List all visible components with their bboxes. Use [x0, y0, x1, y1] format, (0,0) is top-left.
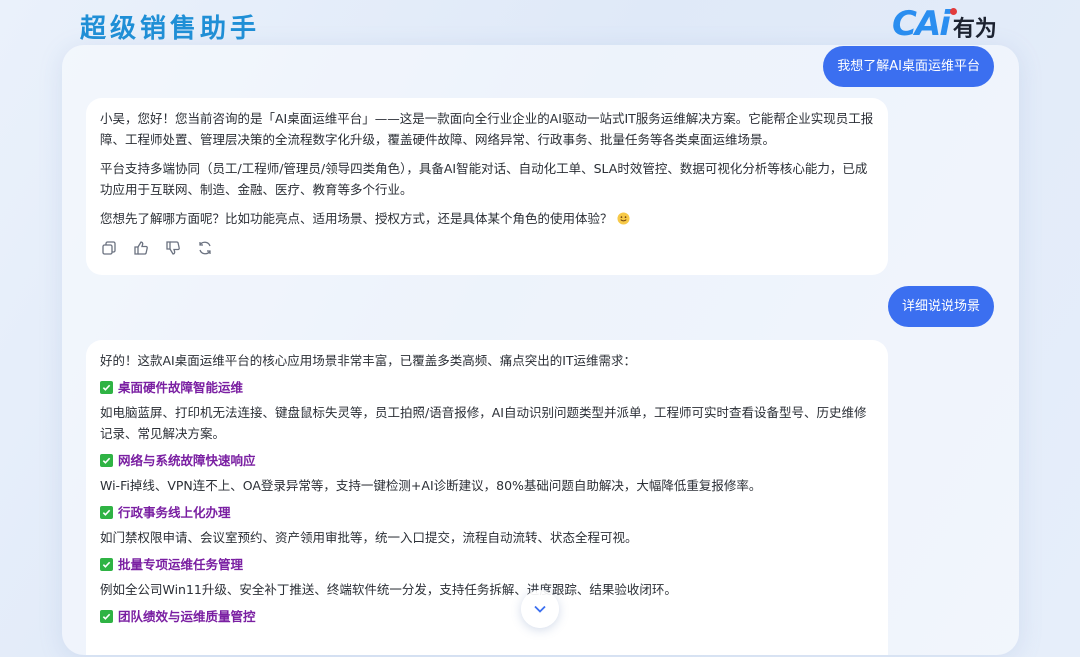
check-icon: [100, 454, 113, 467]
scenario-body: 如门禁权限申请、会议室预约、资产领用审批等，统一入口提交，流程自动流转、状态全程…: [100, 530, 638, 545]
scenario-title: 桌面硬件故障智能运维: [100, 377, 874, 398]
ai-paragraph: 您想先了解哪方面呢？比如功能亮点、适用场景、授权方式，还是具体某个角色的使用体验…: [100, 208, 874, 229]
scenario-title: 行政事务线上化办理: [100, 502, 874, 523]
scenario-title: 批量专项运维任务管理: [100, 554, 874, 575]
smile-emoji-icon: [616, 212, 630, 225]
scenario-title-text: 批量专项运维任务管理: [118, 557, 244, 572]
ai-intro: 好的！这款AI桌面运维平台的核心应用场景非常丰富，已覆盖多类高频、痛点突出的IT…: [100, 353, 637, 368]
check-icon: [100, 506, 113, 519]
user-message: 我想了解AI桌面运维平台: [823, 46, 994, 87]
regenerate-icon[interactable]: [196, 239, 214, 257]
scenario-body: 如电脑蓝屏、打印机无法连接、键盘鼠标失灵等，员工拍照/语音报修，AI自动识别问题…: [100, 405, 867, 441]
scenario-title-text: 行政事务线上化办理: [118, 505, 231, 520]
thumbs-up-icon[interactable]: [132, 239, 150, 257]
copy-icon[interactable]: [100, 239, 118, 257]
ai-reply-card: 好的！这款AI桌面运维平台的核心应用场景非常丰富，已覆盖多类高频、痛点突出的IT…: [86, 340, 888, 655]
thumbs-down-icon[interactable]: [164, 239, 182, 257]
scenario-title-text: 网络与系统故障快速响应: [118, 453, 256, 468]
ai-paragraph: 平台支持多端协同（员工/工程师/管理员/领导四类角色），具备AI智能对话、自动化…: [100, 161, 868, 197]
scenario-title-text: 桌面硬件故障智能运维: [118, 380, 244, 395]
brand-logo: CAi 有为: [892, 4, 997, 44]
scenario-body: 例如全公司Win11升级、安全补丁推送、终端软件统一分发，支持任务拆解、进度跟踪…: [100, 582, 677, 597]
chevron-down-icon: [534, 605, 546, 613]
reply-actions: [100, 239, 874, 257]
scenario-title-text: 团队绩效与运维质量管控: [118, 609, 256, 624]
check-icon: [100, 610, 113, 623]
app-title: 超级销售助手: [80, 14, 261, 44]
scenario-body: Wi-Fi掉线、VPN连不上、OA登录异常等，支持一键检测+AI诊断建议，80%…: [100, 478, 762, 493]
scenario-title: 团队绩效与运维质量管控: [100, 606, 874, 627]
scenario-title: 网络与系统故障快速响应: [100, 450, 874, 471]
brand-text: 有为: [952, 17, 997, 42]
check-icon: [100, 381, 113, 394]
user-message: 详细说说场景: [887, 286, 994, 327]
ai-reply-card: 小吴，您好！您当前咨询的是「AI桌面运维平台」——这是一款面向全行业企业的AI驱…: [86, 98, 888, 275]
ai-paragraph-text: 您想先了解哪方面呢？比如功能亮点、适用场景、授权方式，还是具体某个角色的使用体验…: [100, 211, 613, 226]
chat-panel[interactable]: 我想了解AI桌面运维平台 小吴，您好！您当前咨询的是「AI桌面运维平台」——这是…: [62, 45, 1019, 655]
scroll-to-bottom-button[interactable]: [521, 590, 559, 628]
brand-mark: CAi: [892, 4, 951, 44]
check-icon: [100, 558, 113, 571]
brand-dot-icon: [950, 8, 957, 15]
ai-paragraph: 小吴，您好！您当前咨询的是「AI桌面运维平台」——这是一款面向全行业企业的AI驱…: [100, 111, 874, 147]
